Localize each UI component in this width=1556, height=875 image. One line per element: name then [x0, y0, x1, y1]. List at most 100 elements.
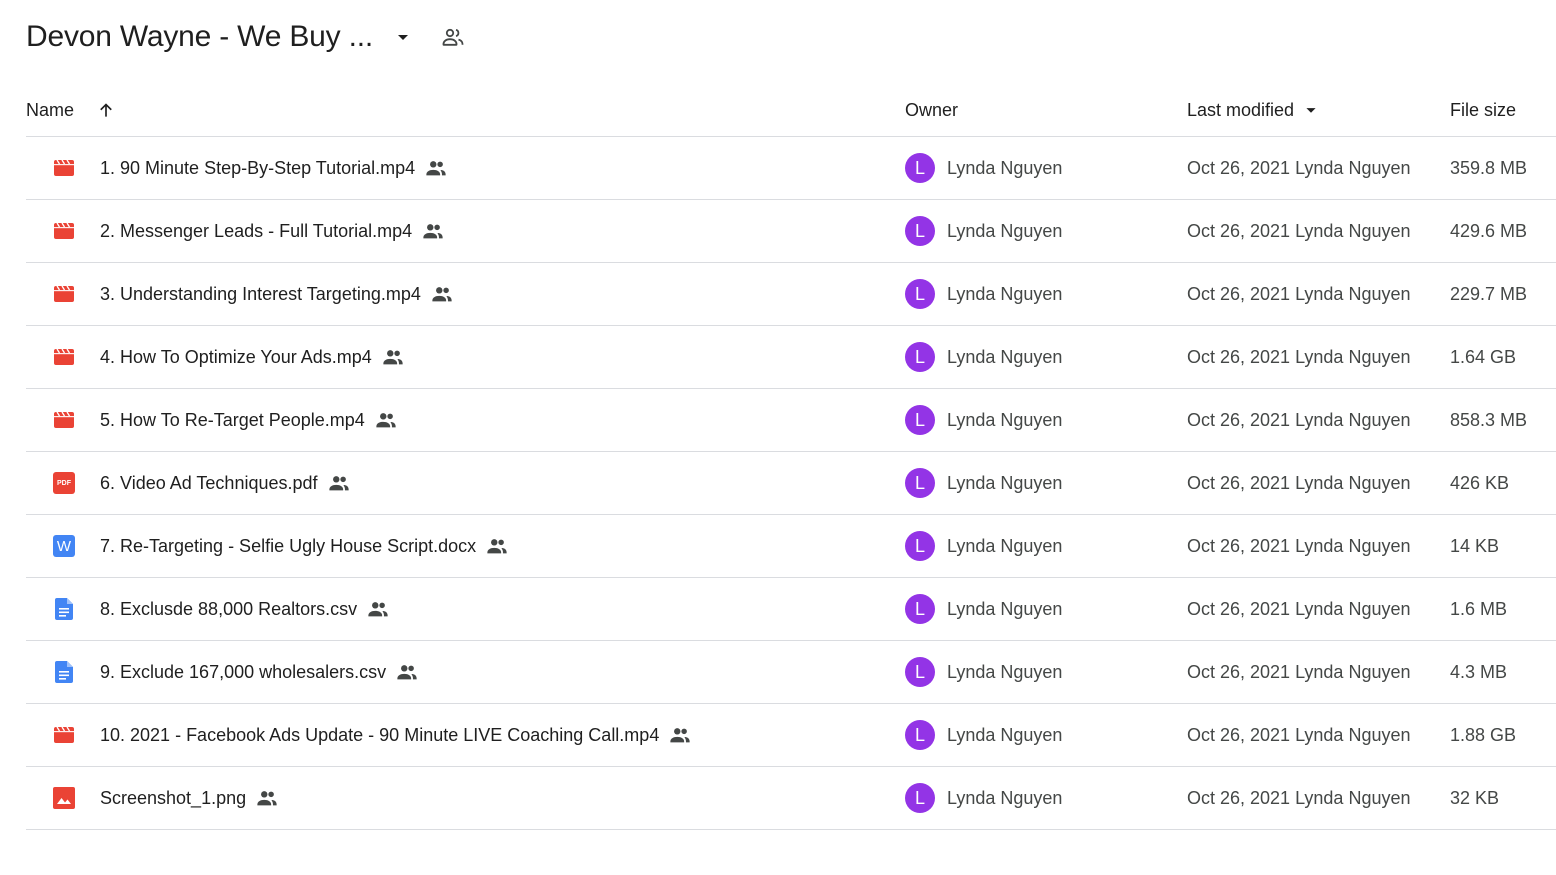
file-name-cell[interactable]: 3. Understanding Interest Targeting.mp4	[100, 263, 453, 325]
file-size-value: 429.6 MB	[1450, 220, 1528, 241]
owner-cell: L Lynda Nguyen	[905, 515, 1062, 577]
file-size-cell: 359.8 MB	[1450, 137, 1527, 199]
file-row[interactable]: PDF 6. Video Ad Techniques.pdf L Lynda Nguy…	[26, 452, 1556, 515]
last-modified-cell: Oct 26, 2021 Lynda Nguyen	[1187, 200, 1411, 262]
avatar[interactable]: L	[905, 279, 935, 309]
owner-cell: L Lynda Nguyen	[905, 326, 1062, 388]
file-rows: 1. 90 Minute Step-By-Step Tutorial.mp4 L L…	[26, 137, 1556, 830]
owner-cell: L Lynda Nguyen	[905, 452, 1062, 514]
last-modified-value: Oct 26, 2021 Lynda Nguyen	[1187, 661, 1411, 682]
avatar[interactable]: L	[905, 153, 935, 183]
file-name[interactable]: Screenshot_1.png	[100, 788, 246, 809]
file-row[interactable]: Screenshot_1.png L Lynda Nguyen Oct 26, 202…	[26, 767, 1556, 830]
owner-cell: L Lynda Nguyen	[905, 578, 1062, 640]
last-modified-value: Oct 26, 2021 Lynda Nguyen	[1187, 598, 1411, 619]
file-name-cell[interactable]: 6. Video Ad Techniques.pdf	[100, 452, 350, 514]
file-name-cell[interactable]: 2. Messenger Leads - Full Tutorial.mp4	[100, 200, 444, 262]
owner-name: Lynda Nguyen	[947, 472, 1063, 493]
last-modified-value: Oct 26, 2021 Lynda Nguyen	[1187, 724, 1411, 745]
file-size-cell: 32 KB	[1450, 767, 1499, 829]
avatar[interactable]: L	[905, 216, 935, 246]
shared-icon	[256, 787, 278, 809]
file-name[interactable]: 4. How To Optimize Your Ads.mp4	[100, 347, 372, 368]
avatar[interactable]: L	[905, 342, 935, 372]
last-modified-value: Oct 26, 2021 Lynda Nguyen	[1187, 535, 1411, 556]
file-row[interactable]: 10. 2021 - Facebook Ads Update - 90 Minu…	[26, 704, 1556, 767]
file-list: Name Owner Last modified File size 1. 90…	[26, 84, 1556, 830]
owner-cell: L Lynda Nguyen	[905, 704, 1062, 766]
file-name[interactable]: 1. 90 Minute Step-By-Step Tutorial.mp4	[100, 158, 415, 179]
owner-cell: L Lynda Nguyen	[905, 263, 1062, 325]
avatar[interactable]: L	[905, 405, 935, 435]
file-size-cell: 4.3 MB	[1450, 641, 1507, 703]
last-modified-cell: Oct 26, 2021 Lynda Nguyen	[1187, 389, 1411, 451]
avatar[interactable]: L	[905, 468, 935, 498]
avatar[interactable]: L	[905, 783, 935, 813]
file-size-cell: 426 KB	[1450, 452, 1509, 514]
file-row[interactable]: 4. How To Optimize Your Ads.mp4 L Lynda Ng…	[26, 326, 1556, 389]
avatar[interactable]: L	[905, 531, 935, 561]
file-name-cell[interactable]: 9. Exclude 167,000 wholesalers.csv	[100, 641, 418, 703]
shared-folder-button[interactable]	[435, 19, 471, 55]
file-size-cell: 1.88 GB	[1450, 704, 1516, 766]
avatar[interactable]: L	[905, 657, 935, 687]
file-name[interactable]: 3. Understanding Interest Targeting.mp4	[100, 284, 421, 305]
shared-icon	[422, 220, 444, 242]
file-name-cell[interactable]: 5. How To Re-Target People.mp4	[100, 389, 397, 451]
file-row[interactable]: 5. How To Re-Target People.mp4 L Lynda Ngu…	[26, 389, 1556, 452]
file-row[interactable]: W 7. Re-Targeting - Selfie Ugly House Scr…	[26, 515, 1556, 578]
owner-name: Lynda Nguyen	[947, 409, 1063, 430]
avatar[interactable]: L	[905, 594, 935, 624]
file-name[interactable]: 5. How To Re-Target People.mp4	[100, 410, 365, 431]
file-name[interactable]: 6. Video Ad Techniques.pdf	[100, 473, 318, 494]
column-last-modified-label: Last modified	[1187, 99, 1295, 120]
file-name-cell[interactable]: 8. Exclusde 88,000 Realtors.csv	[100, 578, 389, 640]
file-row[interactable]: 8. Exclusde 88,000 Realtors.csv L Lynda Ng…	[26, 578, 1556, 641]
file-name-cell[interactable]: 7. Re-Targeting - Selfie Ugly House Scri…	[100, 515, 508, 577]
shared-icon	[486, 535, 508, 557]
file-name[interactable]: 10. 2021 - Facebook Ads Update - 90 Minu…	[100, 725, 659, 746]
last-modified-cell: Oct 26, 2021 Lynda Nguyen	[1187, 578, 1411, 640]
last-modified-value: Oct 26, 2021 Lynda Nguyen	[1187, 787, 1411, 808]
owner-name: Lynda Nguyen	[947, 598, 1063, 619]
folder-menu-button[interactable]	[385, 19, 421, 55]
file-row[interactable]: 1. 90 Minute Step-By-Step Tutorial.mp4 L L…	[26, 137, 1556, 200]
last-modified-cell: Oct 26, 2021 Lynda Nguyen	[1187, 704, 1411, 766]
file-name-cell[interactable]: 1. 90 Minute Step-By-Step Tutorial.mp4	[100, 137, 447, 199]
pdf-file-icon: PDF	[52, 452, 76, 514]
owner-name: Lynda Nguyen	[947, 787, 1063, 808]
file-name-cell[interactable]: 4. How To Optimize Your Ads.mp4	[100, 326, 404, 388]
column-header-file-size[interactable]: File size	[1450, 84, 1516, 136]
last-modified-value: Oct 26, 2021 Lynda Nguyen	[1187, 157, 1411, 178]
file-row[interactable]: 2. Messenger Leads - Full Tutorial.mp4 L L…	[26, 200, 1556, 263]
file-size-cell: 858.3 MB	[1450, 389, 1527, 451]
folder-title[interactable]: Devon Wayne - We Buy ...	[26, 20, 373, 54]
avatar[interactable]: L	[905, 720, 935, 750]
owner-cell: L Lynda Nguyen	[905, 641, 1062, 703]
file-row[interactable]: 9. Exclude 167,000 wholesalers.csv L Lynda…	[26, 641, 1556, 704]
shared-icon	[367, 598, 389, 620]
video-file-icon	[52, 389, 76, 451]
last-modified-cell: Oct 26, 2021 Lynda Nguyen	[1187, 515, 1411, 577]
file-name[interactable]: 8. Exclusde 88,000 Realtors.csv	[100, 599, 357, 620]
last-modified-cell: Oct 26, 2021 Lynda Nguyen	[1187, 452, 1411, 514]
file-name[interactable]: 9. Exclude 167,000 wholesalers.csv	[100, 662, 386, 683]
file-name-cell[interactable]: Screenshot_1.png	[100, 767, 278, 829]
column-header-last-modified[interactable]: Last modified	[1187, 84, 1322, 136]
file-name[interactable]: 2. Messenger Leads - Full Tutorial.mp4	[100, 221, 412, 242]
owner-cell: L Lynda Nguyen	[905, 200, 1062, 262]
file-name-cell[interactable]: 10. 2021 - Facebook Ads Update - 90 Minu…	[100, 704, 691, 766]
column-header-owner[interactable]: Owner	[905, 84, 958, 136]
shared-icon	[431, 283, 453, 305]
last-modified-cell: Oct 26, 2021 Lynda Nguyen	[1187, 767, 1411, 829]
owner-name: Lynda Nguyen	[947, 283, 1063, 304]
last-modified-cell: Oct 26, 2021 Lynda Nguyen	[1187, 263, 1411, 325]
last-modified-value: Oct 26, 2021 Lynda Nguyen	[1187, 409, 1411, 430]
sort-caret-down-icon[interactable]	[1300, 99, 1322, 121]
file-name[interactable]: 7. Re-Targeting - Selfie Ugly House Scri…	[100, 536, 476, 557]
owner-cell: L Lynda Nguyen	[905, 767, 1062, 829]
sort-arrow-up-icon[interactable]	[96, 100, 116, 120]
owner-name: Lynda Nguyen	[947, 157, 1063, 178]
column-header-name[interactable]: Name	[26, 84, 116, 136]
file-row[interactable]: 3. Understanding Interest Targeting.mp4 L…	[26, 263, 1556, 326]
